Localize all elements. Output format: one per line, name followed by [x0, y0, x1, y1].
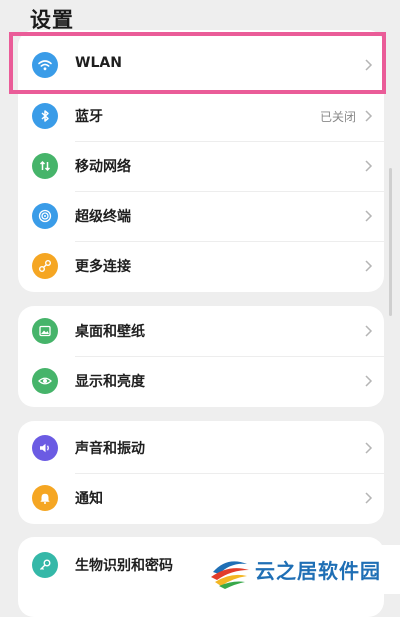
settings-item-wallpaper[interactable]: 桌面和壁纸: [18, 306, 384, 356]
settings-item-mobile-network[interactable]: 移动网络: [18, 141, 384, 191]
settings-item-more-connections[interactable]: 更多连接: [18, 241, 384, 291]
settings-item-bluetooth[interactable]: 蓝牙 已关闭: [18, 91, 384, 141]
chevron-right-icon: [362, 258, 374, 274]
watermark: 云之居软件园: [205, 545, 400, 594]
settings-item-label: 桌面和壁纸: [75, 324, 145, 340]
settings-item-notifications[interactable]: 通知: [18, 473, 384, 523]
settings-item-label: 生物识别和密码: [75, 558, 173, 574]
settings-group-sound: 声音和振动 通知: [18, 421, 384, 524]
settings-item-label: 超级终端: [75, 209, 131, 225]
highlight-box: [9, 32, 386, 94]
super-device-icon: [32, 203, 58, 229]
chevron-right-icon: [362, 373, 374, 389]
settings-group-display: 桌面和壁纸 显示和亮度: [18, 306, 384, 407]
settings-item-label: 更多连接: [75, 259, 131, 275]
key-icon: [32, 552, 58, 578]
settings-item-label: 移动网络: [75, 159, 131, 175]
settings-item-display-brightness[interactable]: 显示和亮度: [18, 356, 384, 406]
sound-icon: [32, 435, 58, 461]
chevron-right-icon: [362, 108, 374, 124]
chevron-right-icon: [362, 158, 374, 174]
chevron-right-icon: [362, 208, 374, 224]
scrollbar[interactable]: [389, 168, 392, 316]
bluetooth-icon: [32, 103, 58, 129]
settings-item-label: 声音和振动: [75, 441, 145, 457]
mobile-network-icon: [32, 153, 58, 179]
display-eye-icon: [32, 368, 58, 394]
chevron-right-icon: [362, 440, 374, 456]
settings-item-label: 显示和亮度: [75, 374, 145, 390]
settings-item-sound-vibration[interactable]: 声音和振动: [18, 423, 384, 473]
settings-item-label: 通知: [75, 491, 103, 507]
more-connections-icon: [32, 253, 58, 279]
chevron-right-icon: [362, 490, 374, 506]
status-text: 已关闭: [319, 110, 356, 124]
bell-icon: [32, 485, 58, 511]
settings-item-label: 蓝牙: [75, 109, 103, 125]
wallpaper-icon: [32, 318, 58, 344]
chevron-right-icon: [362, 323, 374, 339]
watermark-logo-icon: [211, 560, 249, 589]
settings-item-super-device[interactable]: 超级终端: [18, 191, 384, 241]
watermark-text: 云之居软件园: [255, 559, 381, 583]
